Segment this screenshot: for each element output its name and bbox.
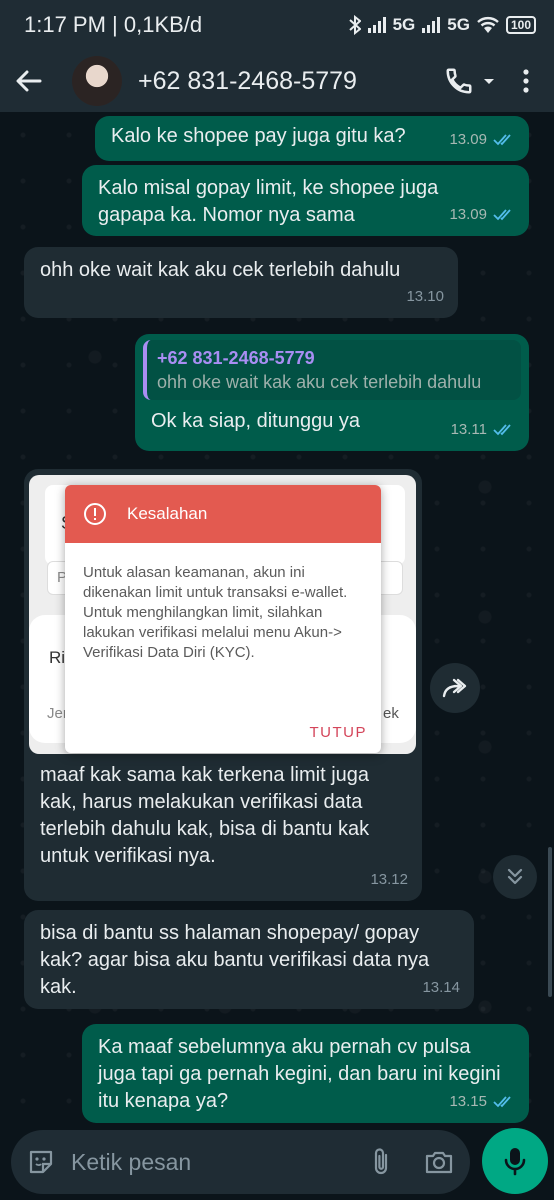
- signal-icon: [367, 17, 386, 33]
- message-time: 13.12: [370, 871, 408, 888]
- message-meta: 13.15: [449, 1088, 515, 1115]
- dialog-header: Kesalahan: [65, 485, 381, 543]
- forward-icon: [442, 678, 467, 698]
- back-arrow-icon: [16, 70, 42, 92]
- error-dialog: Kesalahan Untuk alasan keamanan, akun in…: [65, 485, 381, 753]
- message-composer: Ketik pesan: [11, 1130, 470, 1194]
- message-time: 13.15: [449, 1093, 487, 1110]
- screenshot-fragment: ek: [383, 705, 399, 722]
- voice-record-button[interactable]: [482, 1128, 548, 1194]
- wifi-icon: [477, 17, 499, 33]
- quoted-message[interactable]: +62 831-2468-5779 ohh oke wait kak aku c…: [143, 340, 521, 400]
- message-text: bisa di bantu ss halaman shopepay/ gopay…: [40, 922, 430, 998]
- chat-header: +62 831-2468-5779: [0, 50, 554, 112]
- dialog-message: Untuk alasan keamanan, akun ini dikenaka…: [83, 564, 348, 661]
- double-chevron-down-icon: [507, 868, 523, 885]
- message-meta: 13.09: [449, 126, 515, 153]
- camera-icon[interactable]: [424, 1149, 454, 1175]
- back-button[interactable]: [0, 50, 58, 112]
- attach-icon[interactable]: [368, 1147, 394, 1177]
- message-time: 13.09: [449, 206, 487, 223]
- message-meta: 13.10: [406, 283, 444, 310]
- message-outgoing[interactable]: Kalo misal gopay limit, ke shopee juga g…: [82, 165, 529, 236]
- battery-indicator: 100: [505, 16, 536, 34]
- dialog-close-button: TUTUP: [309, 724, 367, 741]
- forward-button[interactable]: [430, 663, 480, 713]
- message-incoming[interactable]: bisa di bantu ss halaman shopepay/ gopay…: [24, 910, 474, 1009]
- emoji-sticker-icon[interactable]: [27, 1148, 55, 1176]
- read-ticks-icon: [493, 1095, 511, 1107]
- read-ticks-icon: [493, 423, 511, 435]
- more-options-icon[interactable]: [514, 66, 538, 96]
- chat-area[interactable]: Kalo ke shopee pay juga gitu ka? 13.09 K…: [0, 112, 554, 1124]
- network-type-2: 5G: [447, 15, 470, 34]
- quoted-sender: +62 831-2468-5779: [157, 348, 315, 368]
- signal-icon-2: [422, 17, 441, 33]
- network-type-1: 5G: [392, 15, 416, 34]
- call-dropdown-icon[interactable]: [480, 72, 498, 90]
- message-input[interactable]: Ketik pesan: [71, 1149, 368, 1176]
- scroll-to-bottom-button[interactable]: [493, 855, 537, 899]
- message-time: 13.10: [406, 288, 444, 305]
- message-meta: 13.11: [451, 416, 515, 443]
- message-time: 13.14: [422, 979, 460, 996]
- screenshot-fragment: Ri: [49, 648, 66, 667]
- message-meta: 13.14: [422, 974, 460, 1001]
- contact-name[interactable]: +62 831-2468-5779: [138, 67, 444, 96]
- message-meta: 13.09: [449, 201, 515, 228]
- message-incoming[interactable]: ohh oke wait kak aku cek terlebih dahulu…: [24, 247, 458, 318]
- status-bar: 1:17 PM | 0,1KB/d 5G 5G 100: [0, 0, 554, 50]
- message-outgoing[interactable]: Ka maaf sebelumnya aku pernah cv pulsa j…: [82, 1024, 529, 1123]
- voice-call-icon[interactable]: [444, 66, 474, 96]
- message-caption: maaf kak sama kak terkena limit juga kak…: [40, 764, 370, 867]
- status-icons: 5G 5G 100: [348, 15, 536, 35]
- status-time: 1:17 PM | 0,1KB/d: [24, 12, 203, 37]
- message-time: 13.09: [449, 131, 487, 148]
- quoted-text: ohh oke wait kak aku cek terlebih dahulu: [157, 372, 482, 392]
- message-time: 13.11: [450, 421, 487, 438]
- contact-avatar[interactable]: [72, 56, 122, 106]
- header-actions: [444, 66, 554, 96]
- message-text: ohh oke wait kak aku cek terlebih dahulu: [40, 259, 401, 281]
- message-meta: 13.12: [370, 866, 408, 893]
- message-outgoing-reply[interactable]: +62 831-2468-5779 ohh oke wait kak aku c…: [135, 334, 529, 451]
- dialog-title: Kesalahan: [127, 504, 208, 523]
- error-icon: [84, 503, 106, 525]
- message-outgoing[interactable]: Kalo ke shopee pay juga gitu ka? 13.09: [95, 116, 529, 161]
- read-ticks-icon: [493, 208, 511, 220]
- scrollbar[interactable]: [548, 847, 552, 997]
- message-text: Ok ka siap, ditunggu ya: [151, 410, 361, 432]
- message-text: Kalo misal gopay limit, ke shopee juga g…: [98, 177, 439, 226]
- message-text: Kalo ke shopee pay juga gitu ka?: [111, 125, 406, 147]
- read-ticks-icon: [493, 133, 511, 145]
- microphone-icon: [504, 1148, 526, 1176]
- bluetooth-icon: [348, 15, 361, 35]
